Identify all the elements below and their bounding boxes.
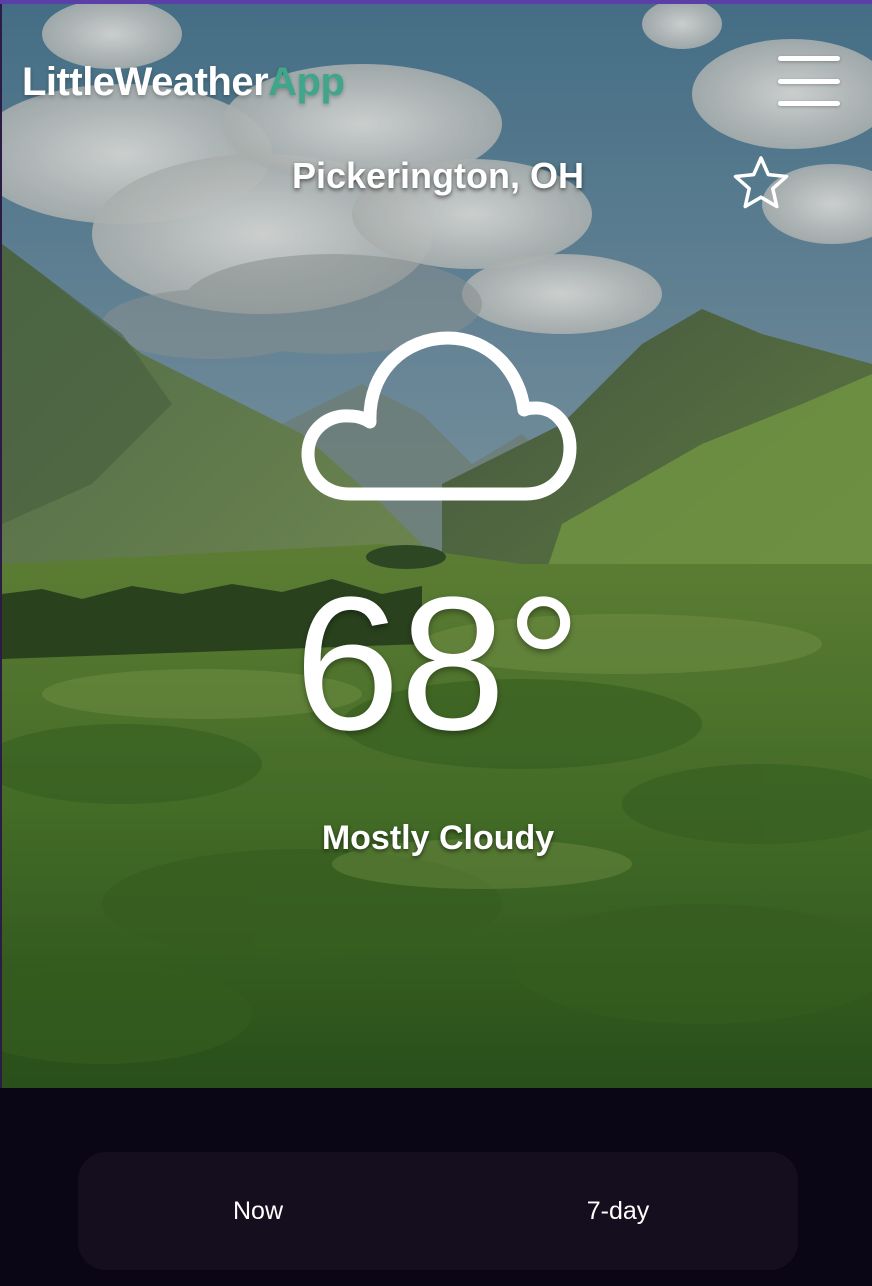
tab-7-day[interactable]: 7-day — [438, 1152, 798, 1270]
app-logo-name: LittleWeather — [22, 60, 269, 104]
forecast-tab-bar: Now 7-day — [78, 1152, 798, 1270]
tab-now[interactable]: Now — [78, 1152, 438, 1270]
weather-condition: Mostly Cloudy — [321, 819, 555, 857]
app-logo[interactable]: LittleWeatherApp — [22, 58, 345, 106]
hamburger-menu-icon[interactable] — [778, 52, 844, 110]
app-logo-accent: App — [268, 60, 345, 104]
hero-background: LittleWeatherApp Pickerington, OH 68° Mo… — [2, 4, 872, 1088]
star-outline-icon[interactable] — [730, 154, 792, 212]
menu-line — [778, 101, 840, 106]
menu-line — [778, 78, 840, 84]
cloud-icon — [301, 331, 577, 501]
current-temperature: 68° — [294, 558, 582, 770]
menu-line — [778, 56, 840, 61]
